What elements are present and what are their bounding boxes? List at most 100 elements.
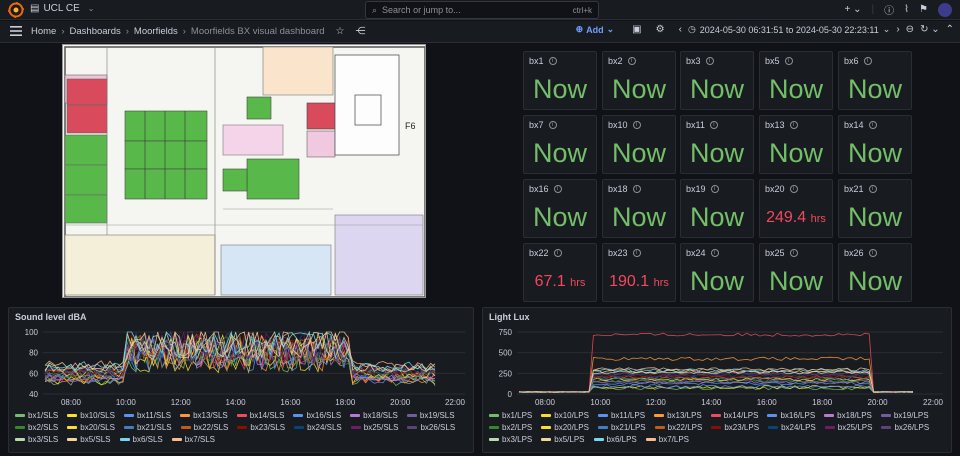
legend-item[interactable]: bx6/SLS — [119, 435, 163, 444]
legend-item[interactable]: bx6/LPS — [593, 435, 637, 444]
legend-item[interactable]: bx18/SLS — [350, 411, 398, 420]
legend-item[interactable]: bx2/SLS — [15, 423, 58, 432]
info-icon[interactable]: i — [868, 249, 877, 257]
info-icon[interactable]: i — [710, 185, 719, 193]
breadcrumb-dashboards[interactable]: Dashboards — [70, 26, 121, 37]
new-button[interactable]: + ⌄ — [845, 4, 862, 15]
legend-item[interactable]: bx20/LPS — [541, 423, 589, 432]
legend-item[interactable]: bx19/SLS — [406, 411, 455, 420]
legend-item[interactable]: bx26/LPS — [881, 423, 929, 432]
legend-item[interactable]: bx11/SLS — [123, 411, 171, 420]
refresh-icon[interactable]: ↻ ⌄ — [920, 24, 940, 35]
stat-name: bx23 — [608, 248, 628, 258]
legend-item[interactable]: bx23/LPS — [711, 423, 759, 432]
star-icon[interactable]: ☆ — [336, 26, 345, 37]
time-range-picker[interactable]: ◷ 2024-05-30 06:31:51 to 2024-05-30 22:2… — [688, 24, 890, 35]
legend-item[interactable]: bx26/SLS — [407, 423, 455, 432]
legend-swatch — [350, 414, 361, 417]
info-icon[interactable]: i — [709, 121, 718, 129]
info-icon[interactable]: i — [710, 249, 719, 257]
rss-icon[interactable]: ⌇ — [904, 4, 909, 15]
legend-item[interactable]: bx2/LPS — [489, 423, 532, 432]
legend-item[interactable]: bx22/SLS — [180, 423, 229, 432]
collapse-icon[interactable]: ⌃ — [946, 24, 954, 35]
info-icon[interactable]: i — [553, 185, 562, 193]
legend-item[interactable]: bx19/LPS — [880, 411, 929, 420]
info-icon[interactable]: i — [868, 121, 877, 129]
series-line — [519, 377, 914, 393]
org-switcher[interactable]: ▤ UCL CE ⌄ — [30, 3, 94, 14]
stat-name: bx24 — [686, 248, 706, 258]
legend-item[interactable]: bx10/LPS — [541, 411, 589, 420]
legend-item[interactable]: bx3/LPS — [489, 435, 532, 444]
legend-item[interactable]: bx21/LPS — [597, 423, 646, 432]
breadcrumb-home[interactable]: Home — [31, 26, 56, 37]
panel-title: Light Lux — [489, 312, 530, 322]
settings-icon[interactable]: ⚙ — [656, 24, 665, 35]
info-icon[interactable]: i — [789, 249, 798, 257]
legend-item[interactable]: bx5/LPS — [541, 435, 585, 444]
menu-icon[interactable] — [10, 26, 22, 36]
legend-item[interactable]: bx11/LPS — [597, 411, 646, 420]
info-icon[interactable]: i — [789, 185, 798, 193]
legend-item[interactable]: bx14/SLS — [236, 411, 284, 420]
info-icon[interactable]: i — [789, 121, 798, 129]
legend-item[interactable]: bx14/LPS — [710, 411, 758, 420]
share-icon[interactable]: ⋲ — [356, 26, 366, 37]
info-icon[interactable]: i — [548, 57, 557, 65]
chart-legend: bx1/SLS bx10/SLS bx11/SLS bx13/SLS bx14/SLS b… — [15, 411, 471, 444]
info-icon[interactable]: i — [548, 121, 557, 129]
legend-item[interactable]: bx16/SLS — [293, 411, 341, 420]
legend-item[interactable]: bx5/SLS — [67, 435, 111, 444]
legend-item[interactable]: bx24/SLS — [294, 423, 342, 432]
legend-item[interactable]: bx23/SLS — [237, 423, 285, 432]
stat-title: bx3 i — [686, 56, 714, 66]
legend-item[interactable]: bx16/LPS — [767, 411, 815, 420]
info-icon[interactable]: i — [863, 57, 872, 65]
time-forward-icon[interactable]: › — [896, 24, 899, 35]
legend-item[interactable]: bx10/SLS — [67, 411, 115, 420]
breadcrumb-folder[interactable]: Moorfields — [134, 26, 178, 37]
legend-item[interactable]: bx20/SLS — [67, 423, 115, 432]
legend-item[interactable]: bx21/SLS — [123, 423, 172, 432]
legend-item[interactable]: bx3/SLS — [15, 435, 58, 444]
info-icon[interactable]: i — [632, 185, 641, 193]
stat-name: bx20 — [765, 184, 785, 194]
help-icon[interactable]: ⓘ — [884, 2, 894, 17]
legend-label: bx13/LPS — [667, 411, 702, 420]
info-icon[interactable]: i — [705, 57, 714, 65]
legend-swatch — [541, 414, 552, 417]
legend-item[interactable]: bx13/SLS — [180, 411, 228, 420]
search-input[interactable]: ⌕ Search or jump to... ctrl+k — [365, 1, 599, 19]
legend-label: bx11/LPS — [610, 411, 646, 420]
legend-item[interactable]: bx25/LPS — [824, 423, 872, 432]
legend-item[interactable]: bx1/SLS — [15, 411, 58, 420]
legend-item[interactable]: bx13/LPS — [654, 411, 702, 420]
plus-icon: ⊕ — [575, 24, 584, 34]
legend-item[interactable]: bx22/LPS — [654, 423, 702, 432]
stat-value: 190.1 hrs — [603, 273, 675, 291]
legend-label: bx22/SLS — [193, 423, 229, 432]
info-icon[interactable]: i — [868, 185, 877, 193]
save-icon[interactable]: ▣ — [632, 24, 641, 35]
legend-item[interactable]: bx25/SLS — [350, 423, 398, 432]
info-icon[interactable]: i — [553, 249, 562, 257]
time-back-icon[interactable]: ‹ — [679, 24, 682, 35]
info-icon[interactable]: i — [784, 57, 793, 65]
news-icon[interactable]: ⚑ — [919, 4, 928, 15]
avatar[interactable] — [938, 2, 952, 17]
legend-item[interactable]: bx7/LPS — [645, 435, 689, 444]
info-icon[interactable]: i — [627, 57, 636, 65]
legend-swatch — [407, 426, 418, 429]
info-icon[interactable]: i — [632, 121, 641, 129]
grafana-logo-icon[interactable] — [8, 2, 24, 18]
add-button[interactable]: ⊕ Add ⌄ — [576, 24, 615, 35]
legend-item[interactable]: bx1/LPS — [489, 411, 532, 420]
legend-item[interactable]: bx24/LPS — [768, 423, 816, 432]
legend-item[interactable]: bx18/LPS — [824, 411, 872, 420]
legend-item[interactable]: bx7/SLS — [171, 435, 215, 444]
stat-title: bx2 i — [608, 56, 636, 66]
info-icon[interactable]: i — [632, 249, 641, 257]
zoom-out-icon[interactable]: ⊖ — [906, 24, 914, 35]
stat-number: Now — [611, 202, 666, 232]
